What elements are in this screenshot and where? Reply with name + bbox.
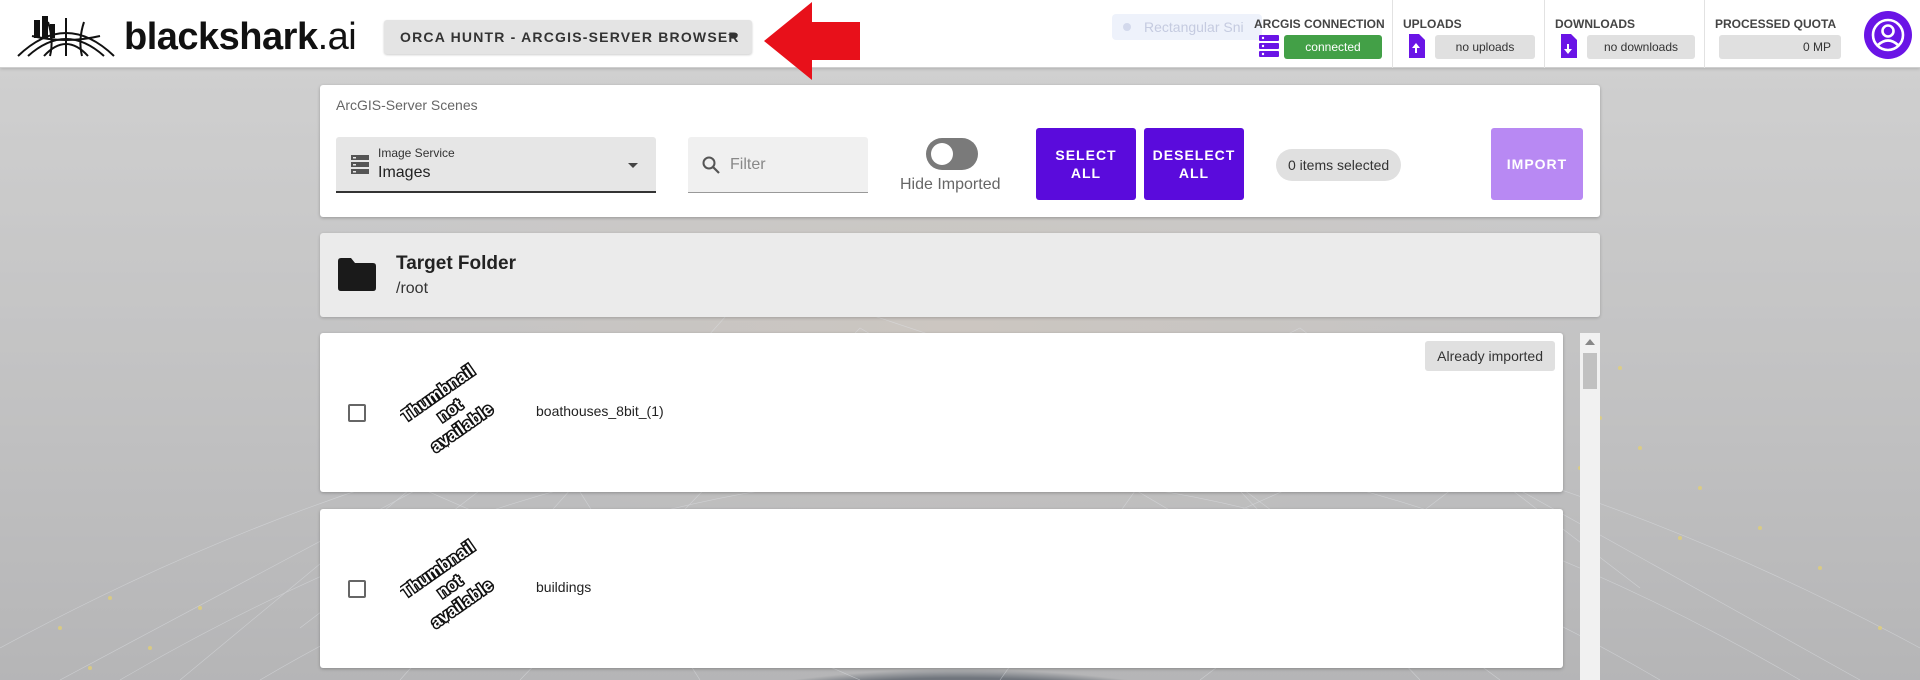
deselect-all-button[interactable]: DESELECT ALL (1144, 128, 1244, 200)
processed-quota-label: PROCESSED QUOTA (1715, 17, 1837, 31)
uploads-value: no uploads (1435, 35, 1535, 59)
brand-text: blackshark (124, 16, 318, 58)
already-imported-badge: Already imported (1425, 341, 1555, 371)
image-service-value: Images (378, 164, 431, 181)
hide-imported-label: Hide Imported (900, 176, 1001, 193)
blackshark-logo[interactable] (14, 14, 118, 58)
brand-suffix: .ai (317, 16, 357, 58)
storage-icon (351, 154, 369, 179)
rectangular-snip-label: Rectangular Sni (1144, 19, 1244, 35)
user-account-button[interactable] (1864, 11, 1912, 59)
hide-imported-toggle[interactable] (926, 138, 978, 170)
target-folder-path: /root (396, 280, 429, 297)
file-upload-icon (1407, 34, 1425, 63)
app-selector-dropdown[interactable]: ORCA HUNTR - ARCGIS-SERVER BROWSER (384, 20, 752, 54)
chevron-down-icon (628, 163, 638, 168)
uploads-status: UPLOADS no uploads (1392, 0, 1544, 68)
filter-placeholder: Filter (730, 156, 766, 173)
downloads-status: DOWNLOADS no downloads (1544, 0, 1704, 68)
target-folder-title: Target Folder (396, 253, 516, 274)
toggle-knob (931, 143, 953, 165)
selected-count-chip: 0 items selected (1276, 149, 1402, 181)
import-button[interactable]: IMPORT (1491, 128, 1583, 200)
select-all-button[interactable]: SELECT ALL (1036, 128, 1136, 200)
search-icon (701, 155, 721, 180)
panel-heading: ArcGIS-Server Scenes (336, 97, 478, 113)
chevron-down-icon (728, 34, 738, 39)
item-name: boathouses_8bit_(1) (536, 403, 664, 419)
image-service-label: Image Service (378, 146, 455, 160)
arcgis-connection-status: ARCGIS CONNECTION connected (1244, 0, 1392, 68)
app-selector-label: ORCA HUNTR - ARCGIS-SERVER BROWSER (400, 29, 740, 45)
uploads-label: UPLOADS (1403, 17, 1462, 31)
item-name: buildings (536, 579, 592, 595)
list-scrollbar[interactable] (1580, 333, 1600, 680)
server-icon (1258, 34, 1280, 63)
folder-icon (338, 257, 376, 296)
processed-quota-status: PROCESSED QUOTA 0 MP (1704, 0, 1854, 68)
top-bar: blackshark.ai ORCA HUNTR - ARCGIS-SERVER… (0, 0, 1920, 80)
file-download-icon (1559, 34, 1577, 63)
globe-logo-icon (17, 16, 115, 57)
item-checkbox[interactable] (348, 580, 366, 598)
thumbnail-placeholder-image: Thumbnail not available (400, 537, 498, 634)
image-service-select[interactable]: Image Service Images (336, 137, 656, 193)
red-arrow-annotation (764, 2, 860, 80)
scenes-controls-panel: ArcGIS-Server Scenes Image Service Image… (320, 85, 1600, 217)
filter-input[interactable]: Filter (688, 137, 868, 193)
thumbnail-placeholder-image: Thumbnail not available (400, 361, 498, 458)
downloads-value: no downloads (1587, 35, 1695, 59)
brand-name: blackshark.ai (124, 16, 357, 59)
arcgis-connection-label: ARCGIS CONNECTION (1254, 17, 1385, 31)
arcgis-connection-value: connected (1284, 35, 1382, 59)
scroll-up-arrow-icon[interactable] (1585, 339, 1595, 345)
rectangular-snip-chip: Rectangular Sni (1112, 14, 1262, 40)
scrollbar-thumb[interactable] (1583, 353, 1597, 389)
account-circle-icon (1871, 18, 1905, 52)
processed-quota-value: 0 MP (1719, 35, 1841, 59)
list-item[interactable]: Thumbnail not available buildings (320, 509, 1563, 668)
item-checkbox[interactable] (348, 404, 366, 422)
downloads-label: DOWNLOADS (1555, 17, 1635, 31)
target-folder-panel[interactable]: Target Folder /root (320, 233, 1600, 317)
list-item[interactable]: Thumbnail not available boathouses_8bit_… (320, 333, 1563, 492)
